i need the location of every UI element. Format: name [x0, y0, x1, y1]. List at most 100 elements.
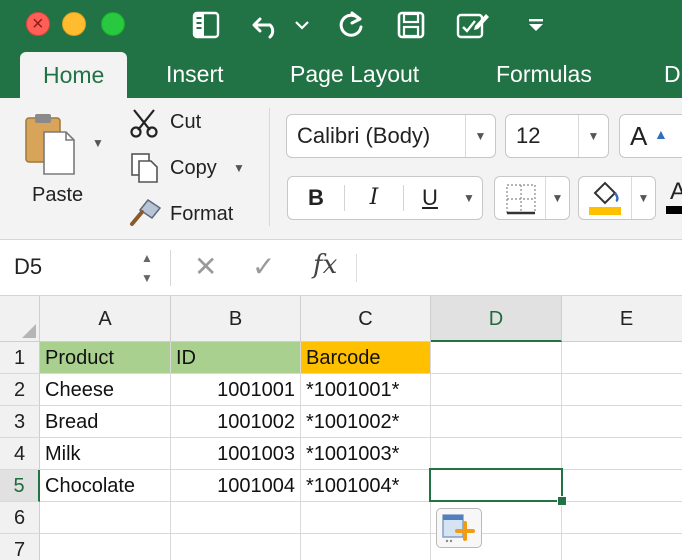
customize-toolbar-icon[interactable]: [524, 6, 548, 44]
column-header-c[interactable]: C: [301, 296, 431, 342]
enter-entry-icon[interactable]: ✓: [252, 250, 275, 283]
formula-bar: D5 ▲ ▼ ✕ ✓ fx: [0, 240, 682, 296]
font-size-select[interactable]: 12 ▼: [505, 114, 609, 158]
font-size-value: 12: [516, 123, 541, 148]
font-color-button[interactable]: A: [664, 178, 682, 218]
window-maximize-button[interactable]: [101, 12, 125, 36]
format-painter-icon[interactable]: [128, 198, 162, 233]
insert-function-icon[interactable]: fx: [313, 250, 337, 280]
column-header-d[interactable]: D: [431, 296, 562, 342]
bold-button[interactable]: B: [288, 177, 344, 219]
window-minimize-button[interactable]: [62, 12, 86, 36]
cut-button[interactable]: Cut: [170, 111, 201, 134]
tab-data-partial[interactable]: D: [664, 50, 681, 98]
scissors-icon[interactable]: [128, 108, 160, 143]
row-header-3[interactable]: 3: [0, 406, 40, 438]
edit-icon[interactable]: [452, 6, 494, 44]
cancel-entry-icon[interactable]: ✕: [194, 250, 217, 283]
column-header-b[interactable]: B: [171, 296, 301, 342]
sidebar-toggle-icon[interactable]: [186, 6, 226, 44]
cell-e2[interactable]: [562, 374, 682, 406]
tab-insert[interactable]: Insert: [166, 50, 224, 98]
paste-dropdown-icon[interactable]: ▼: [92, 136, 104, 150]
cell-d1[interactable]: [431, 342, 562, 374]
fill-color-dropdown-icon[interactable]: ▼: [631, 177, 655, 219]
row-header-4[interactable]: 4: [0, 438, 40, 470]
cell-c1[interactable]: Barcode: [301, 342, 431, 374]
cell-d2[interactable]: [431, 374, 562, 406]
font-color-label: A: [670, 178, 682, 205]
tab-formulas[interactable]: Formulas: [496, 50, 592, 98]
window-close-button[interactable]: [26, 12, 50, 36]
undo-dropdown-icon[interactable]: [292, 6, 312, 44]
column-header-e[interactable]: E: [562, 296, 682, 342]
cell-e4[interactable]: [562, 438, 682, 470]
name-box-dropdown-icon[interactable]: ▲ ▼: [141, 248, 153, 288]
cell-e5[interactable]: [562, 470, 682, 502]
copy-icon[interactable]: [130, 152, 160, 189]
undo-icon[interactable]: [248, 6, 288, 44]
cell-a6[interactable]: [40, 502, 171, 534]
ribbon-separator: [269, 108, 270, 226]
copy-button[interactable]: Copy: [170, 157, 217, 180]
cell-b1[interactable]: ID: [171, 342, 301, 374]
tab-home[interactable]: Home: [20, 52, 128, 98]
format-painter-button[interactable]: Format: [170, 203, 233, 226]
cell-c2[interactable]: *1001001*: [301, 374, 431, 406]
paste-button[interactable]: Paste: [32, 184, 83, 207]
font-size-dropdown-icon[interactable]: ▼: [578, 115, 608, 157]
cell-e1[interactable]: [562, 342, 682, 374]
cell-c3[interactable]: *1001002*: [301, 406, 431, 438]
cell-b6[interactable]: [171, 502, 301, 534]
paste-icon[interactable]: [22, 112, 82, 176]
row-header-1[interactable]: 1: [0, 342, 40, 374]
borders-button[interactable]: ▼: [494, 176, 570, 220]
cell-b4[interactable]: 1001003: [171, 438, 301, 470]
tab-page-layout[interactable]: Page Layout: [290, 50, 419, 98]
borders-icon: [506, 184, 536, 215]
cell-c5[interactable]: *1001004*: [301, 470, 431, 502]
cell-b3[interactable]: 1001002: [171, 406, 301, 438]
cell-a4[interactable]: Milk: [40, 438, 171, 470]
cell-c4[interactable]: *1001003*: [301, 438, 431, 470]
cell-d4[interactable]: [431, 438, 562, 470]
row-header-2[interactable]: 2: [0, 374, 40, 406]
fill-color-button[interactable]: ▼: [578, 176, 656, 220]
font-family-select[interactable]: Calibri (Body) ▼: [286, 114, 496, 158]
cell-e3[interactable]: [562, 406, 682, 438]
paste-options-button[interactable]: [436, 508, 482, 548]
worksheet-grid[interactable]: A B C D E 1 2 3 4 5 6 7 Product ID Barco…: [0, 296, 682, 560]
cell-a1[interactable]: Product: [40, 342, 171, 374]
cell-b7[interactable]: [171, 534, 301, 560]
underline-dropdown-icon[interactable]: ▼: [456, 177, 482, 219]
column-header-a[interactable]: A: [40, 296, 171, 342]
cell-a3[interactable]: Bread: [40, 406, 171, 438]
redo-icon[interactable]: [333, 6, 369, 44]
active-cell-selection[interactable]: [429, 468, 567, 506]
underline-button[interactable]: U: [404, 177, 456, 219]
cell-b2[interactable]: 1001001: [171, 374, 301, 406]
row-header-6[interactable]: 6: [0, 502, 40, 534]
borders-dropdown-icon[interactable]: ▼: [545, 177, 569, 219]
select-all-button[interactable]: [0, 296, 40, 342]
grow-arrow-icon: ▲: [654, 126, 668, 142]
font-family-dropdown-icon[interactable]: ▼: [465, 115, 495, 157]
cell-a7[interactable]: [40, 534, 171, 560]
cell-a5[interactable]: Chocolate: [40, 470, 171, 502]
title-bar: [0, 0, 682, 50]
cell-e7[interactable]: [562, 534, 682, 560]
row-header-7[interactable]: 7: [0, 534, 40, 560]
cell-e6[interactable]: [562, 502, 682, 534]
cell-b5[interactable]: 1001004: [171, 470, 301, 502]
cell-d3[interactable]: [431, 406, 562, 438]
cell-c6[interactable]: [301, 502, 431, 534]
cell-c7[interactable]: [301, 534, 431, 560]
row-header-5[interactable]: 5: [0, 470, 40, 502]
italic-button[interactable]: I: [345, 177, 403, 219]
name-box[interactable]: D5: [14, 254, 42, 280]
paint-bucket-icon: [589, 181, 621, 215]
copy-dropdown-icon[interactable]: ▼: [233, 161, 245, 175]
grow-font-button[interactable]: A ▲: [619, 114, 682, 158]
cell-a2[interactable]: Cheese: [40, 374, 171, 406]
save-icon[interactable]: [393, 6, 429, 44]
